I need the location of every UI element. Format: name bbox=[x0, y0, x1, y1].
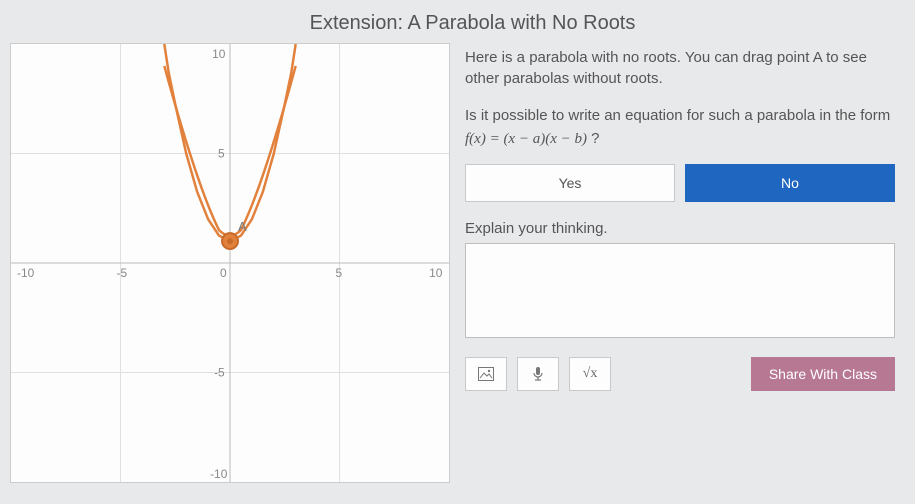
sqrt-icon: √x bbox=[583, 366, 598, 382]
math-tool-button[interactable]: √x bbox=[569, 357, 611, 391]
ytick-neg10: -10 bbox=[210, 467, 228, 481]
share-button[interactable]: Share With Class bbox=[751, 357, 895, 391]
intro-text: Here is a parabola with no roots. You ca… bbox=[465, 47, 895, 89]
xtick-neg10: -10 bbox=[17, 266, 35, 280]
mic-icon bbox=[532, 366, 544, 382]
ytick-10: 10 bbox=[212, 47, 226, 61]
right-panel: Here is a parabola with no roots. You ca… bbox=[465, 43, 905, 483]
question-math: f(x) = (x − a)(x − b) bbox=[465, 131, 587, 147]
no-button[interactable]: No bbox=[685, 164, 895, 202]
image-tool-button[interactable] bbox=[465, 357, 507, 391]
ytick-neg5: -5 bbox=[214, 365, 225, 379]
image-icon bbox=[478, 367, 494, 381]
explain-label: Explain your thinking. bbox=[465, 220, 895, 237]
mic-tool-button[interactable] bbox=[517, 357, 559, 391]
explain-input[interactable] bbox=[465, 243, 895, 338]
point-a-label: A bbox=[238, 219, 247, 234]
page-title: Extension: A Parabola with No Roots bbox=[30, 0, 915, 43]
graph-svg: -10 -5 0 5 10 -10 -5 5 10 A bbox=[11, 44, 449, 482]
yes-button[interactable]: Yes bbox=[465, 164, 675, 202]
xtick-5: 5 bbox=[336, 266, 343, 280]
xtick-10: 10 bbox=[429, 266, 443, 280]
choice-row: Yes No bbox=[465, 164, 895, 202]
xtick-0: 0 bbox=[220, 266, 227, 280]
question-prefix: Is it possible to write an equation for … bbox=[465, 107, 890, 124]
xtick-neg5: -5 bbox=[117, 266, 128, 280]
question-text: Is it possible to write an equation for … bbox=[465, 105, 895, 150]
graph-panel[interactable]: -10 -5 0 5 10 -10 -5 5 10 A bbox=[10, 43, 450, 483]
toolbar-row: √x Share With Class bbox=[465, 357, 895, 391]
point-a-inner bbox=[227, 238, 233, 244]
question-suffix: ? bbox=[587, 130, 600, 147]
main-container: -10 -5 0 5 10 -10 -5 5 10 A Here is a pa… bbox=[0, 43, 915, 483]
ytick-5: 5 bbox=[218, 146, 225, 160]
